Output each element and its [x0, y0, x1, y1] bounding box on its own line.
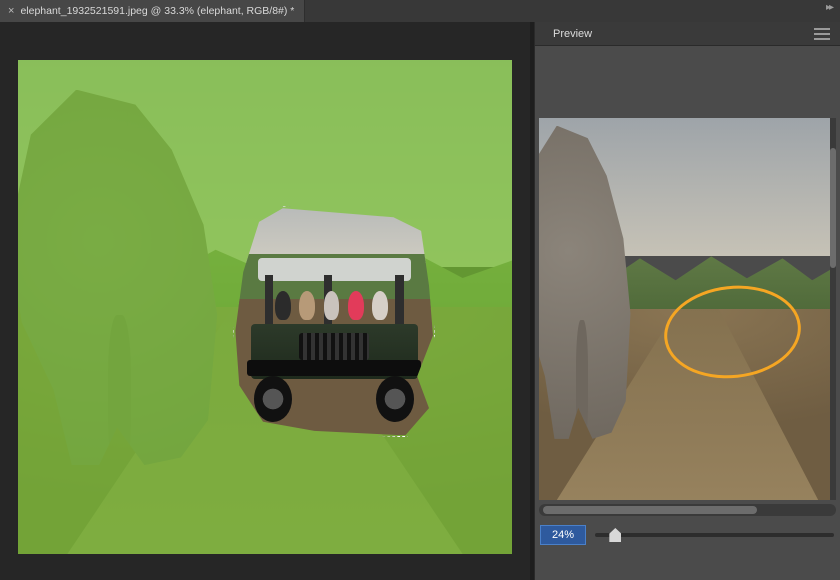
close-icon[interactable]: ×: [8, 6, 14, 17]
preview-panel-header: Preview: [535, 22, 840, 46]
canvas-viewport[interactable]: [0, 22, 530, 580]
preview-image[interactable]: [539, 118, 836, 500]
preview-panel: Preview: [534, 22, 840, 580]
selection-contents: [235, 208, 433, 435]
expand-panels-icon[interactable]: ▸▸: [826, 2, 832, 13]
document-tab-title: elephant_1932521591.jpeg @ 33.3% (elepha…: [20, 5, 294, 17]
preview-horizontal-scrollbar[interactable]: [539, 504, 836, 516]
preview-spacer: [535, 46, 840, 118]
preview-panel-tab[interactable]: Preview: [545, 24, 600, 44]
preview-horizontal-scrollthumb[interactable]: [543, 506, 757, 514]
document-tab[interactable]: × elephant_1932521591.jpeg @ 33.3% (elep…: [0, 0, 305, 22]
preview-zoom-input[interactable]: [541, 526, 585, 544]
preview-vertical-scrollthumb[interactable]: [830, 148, 836, 268]
scene-vehicle: [247, 258, 421, 422]
preview-zoom-slider[interactable]: [595, 533, 834, 537]
preview-zoom-controls: [535, 522, 840, 548]
canvas[interactable]: [18, 60, 512, 554]
document-tabstrip: × elephant_1932521591.jpeg @ 33.3% (elep…: [0, 0, 840, 22]
preview-vertical-scrollbar[interactable]: [830, 118, 836, 500]
panel-menu-icon[interactable]: [814, 28, 830, 40]
fill-selection[interactable]: [235, 208, 433, 435]
main-area: Preview: [0, 22, 840, 580]
preview-zoom-slider-knob[interactable]: [609, 528, 621, 542]
